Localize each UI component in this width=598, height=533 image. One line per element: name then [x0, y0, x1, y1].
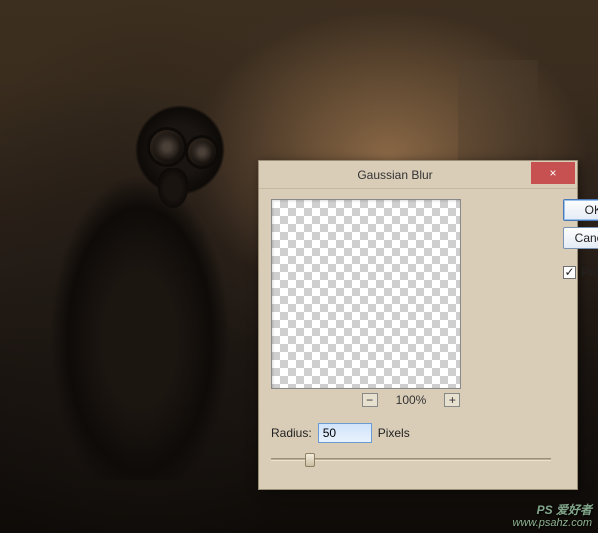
dialog-titlebar[interactable]: Gaussian Blur ×: [259, 161, 577, 189]
preview-label: Preview: [581, 265, 598, 279]
mask-lens-right: [188, 138, 216, 166]
preview-checkbox[interactable]: ✓: [563, 266, 576, 279]
zoom-percent: 100%: [396, 393, 427, 407]
figure-silhouette: [40, 80, 260, 480]
ok-label: OK: [585, 203, 598, 217]
watermark-main: PS 爱好者: [537, 504, 592, 517]
check-icon: ✓: [564, 265, 574, 279]
cancel-button[interactable]: Cancel: [563, 227, 598, 249]
zoom-out-button[interactable]: −: [362, 393, 378, 407]
minus-icon: −: [366, 394, 373, 406]
zoom-in-button[interactable]: +: [444, 393, 460, 407]
close-button[interactable]: ×: [531, 162, 575, 184]
radius-label: Radius:: [271, 426, 312, 440]
radius-unit: Pixels: [378, 426, 410, 440]
dialog-right-column: OK Cancel ✓ Preview: [563, 199, 598, 477]
dialog-body: − 100% + Radius: Pixels: [259, 189, 577, 489]
plus-icon: +: [449, 394, 456, 406]
mask-lens-left: [150, 130, 184, 164]
zoom-controls: − 100% +: [271, 393, 551, 407]
radius-slider[interactable]: [271, 451, 551, 469]
dialog-title: Gaussian Blur: [259, 168, 531, 182]
watermark: PS 爱好者 www.psahz.com: [513, 504, 592, 529]
cancel-label: Cancel: [575, 231, 598, 245]
mask-filter: [158, 168, 188, 208]
ok-button[interactable]: OK: [563, 199, 598, 221]
slider-thumb[interactable]: [305, 453, 315, 467]
radius-input[interactable]: [318, 423, 372, 443]
preview-thumbnail[interactable]: [271, 199, 461, 389]
preview-checkbox-row: ✓ Preview: [563, 265, 598, 279]
watermark-sub: www.psahz.com: [513, 517, 592, 529]
background-canvas: Gaussian Blur × − 100% + Radius:: [0, 0, 598, 533]
close-icon: ×: [549, 166, 556, 180]
gaussian-blur-dialog: Gaussian Blur × − 100% + Radius:: [258, 160, 578, 490]
radius-row: Radius: Pixels: [271, 423, 551, 443]
dialog-left-column: − 100% + Radius: Pixels: [271, 199, 551, 477]
